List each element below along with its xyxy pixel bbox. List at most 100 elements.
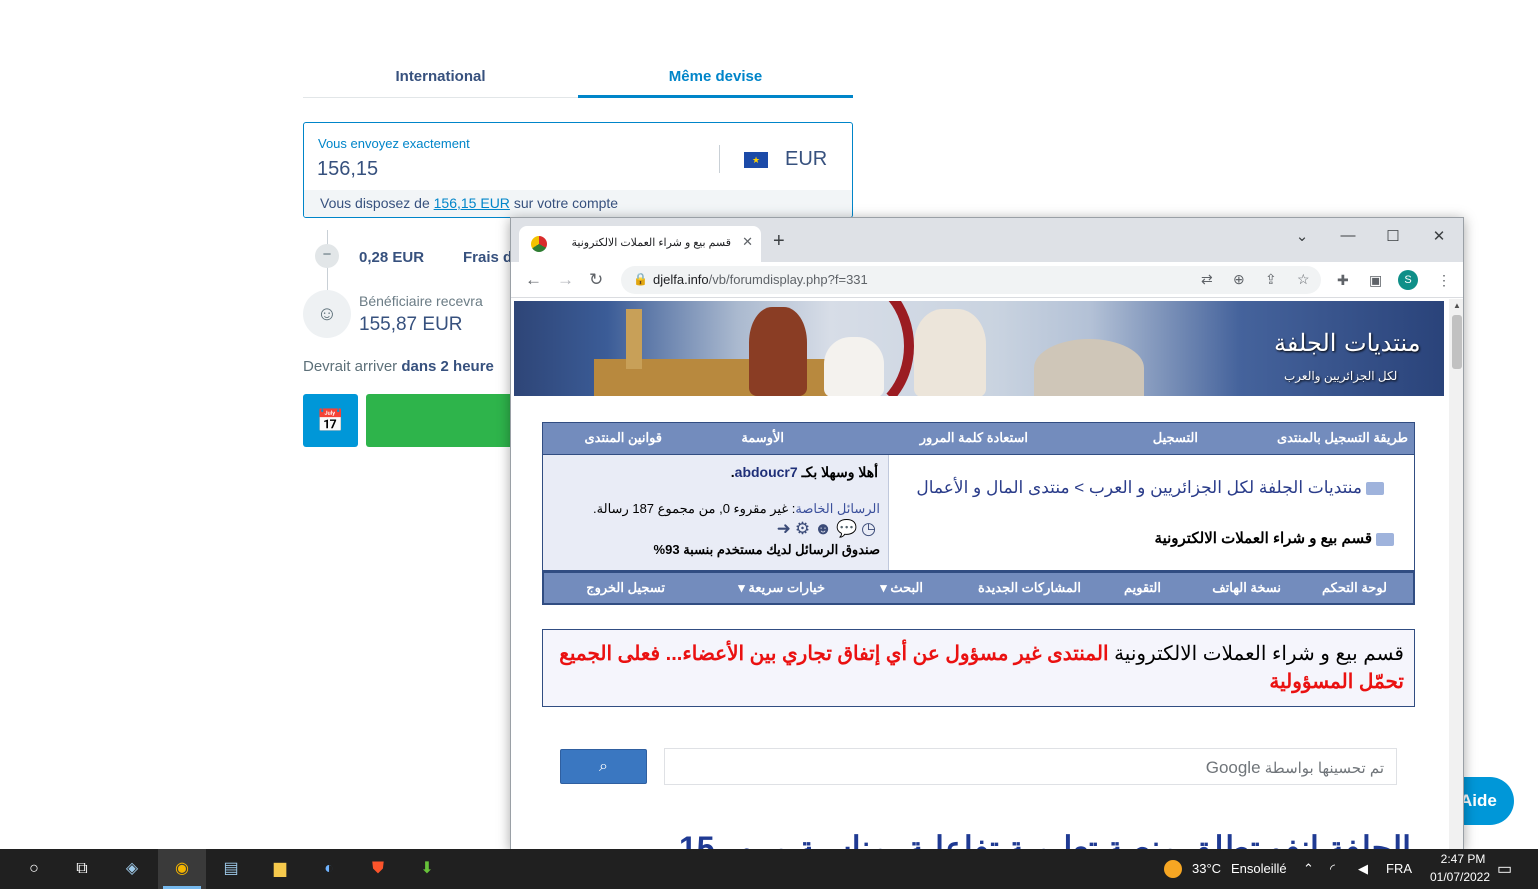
taskbar-date[interactable]: 01/07/2022 [1420,870,1500,884]
tab-international[interactable]: International [303,58,578,98]
eu-flag-icon: ★ [744,152,768,168]
send-amount-input[interactable]: 156,15 [317,158,378,181]
announcement-heading[interactable]: الجلفة إنفو تطلق منصة تعليمية تفاعلية بم… [531,829,1411,849]
browser-titlebar: قسم بيع و شراء العملات الالكترونية ✕ + ⌄… [511,218,1463,262]
nav-quick-options[interactable]: خيارات سريعة ▾ [738,580,825,596]
reload-icon[interactable]: ↻ [589,270,603,290]
private-messages-link[interactable]: الرسائل الخاصة [795,501,880,516]
send-amount-box[interactable]: Vous envoyez exactement 156,15 ★ EUR Vou… [303,122,853,218]
forum-banner: منتديات الجلفة لكل الجزائريين والعرب [514,301,1444,396]
language-indicator[interactable]: FRA [1386,861,1412,876]
nav-mobile-version[interactable]: نسخة الهاتف [1212,580,1281,596]
extensions-puzzle-icon[interactable]: ✚ [1337,272,1349,289]
back-arrow-icon[interactable]: ← [525,270,542,290]
current-forum-title: قسم بيع و شراء العملات الالكترونية [1155,529,1394,547]
currency-selector[interactable]: EUR [785,148,827,171]
url-host: djelfa.info [653,272,709,287]
wifi-icon[interactable]: ◜ [1330,861,1335,877]
tab-search-chevron-icon[interactable]: ⌄ [1292,227,1312,245]
forum-logo[interactable]: منتديات الجلفة [1274,329,1421,357]
browser-window: قسم بيع و شراء العملات الالكترونية ✕ + ⌄… [510,217,1464,850]
nav-new-posts[interactable]: المشاركات الجديدة [978,580,1081,596]
tray-chevron-icon[interactable]: ⌃ [1303,861,1314,877]
welcome-prefix: أهلا وسهلا بكـ [801,464,878,480]
notice-title: قسم بيع و شراء العملات الالكترونية [1114,643,1404,665]
banner-figure [824,337,884,396]
breadcrumb-links[interactable]: منتديات الجلفة لكل الجزائريين و العرب > … [916,478,1362,497]
nav-logout[interactable]: تسجيل الخروج [586,580,665,596]
close-tab-icon[interactable]: ✕ [742,234,753,250]
forward-arrow-icon[interactable]: → [557,270,574,290]
edge-icon[interactable]: ◐ [317,857,341,881]
address-bar[interactable]: 🔒 djelfa.info/vb/forumdisplay.php?f=331 … [621,266,1321,294]
profile-avatar[interactable]: S [1398,270,1418,290]
forum-top-nav: طريقة التسجيل بالمنتدى التسجيل استعادة ك… [542,422,1415,455]
arrival-estimate: Devrait arriver dans 2 heure [303,358,494,375]
beneficiary-amount: 155,87 EUR [359,314,463,335]
forum-info-panel: أهلا وسهلا بكـ abdoucr7. الرسائل الخاصة:… [542,455,1415,571]
weather-condition[interactable]: Ensoleillé [1231,861,1287,876]
available-amount-link[interactable]: 156,15 EUR [434,195,510,211]
forum-sub-nav: لوحة التحكم نسخة الهاتف التقويم المشاركا… [542,571,1415,605]
banner-minaret [626,309,642,369]
download-manager-icon[interactable]: ⬇ [415,857,439,881]
logout-icon[interactable]: ➜ [777,519,795,538]
schedule-button[interactable]: 📅 [303,394,358,447]
current-forum-name: قسم بيع و شراء العملات الالكترونية [1154,530,1372,547]
kebab-menu-icon[interactable]: ⋮ [1437,272,1451,289]
nav-search[interactable]: البحث ▾ [880,580,923,596]
browser-tab[interactable]: قسم بيع و شراء العملات الالكترونية ✕ [519,226,761,262]
nav-forum-rules[interactable]: قوانين المنتدى [584,430,662,446]
taskbar-time[interactable]: 2:47 PM [1430,852,1496,866]
person-icon: ☺ [303,290,351,338]
cortana-search-icon[interactable]: ○ [22,857,46,881]
page-scrollbar[interactable]: ▲ [1449,299,1463,849]
app-icon[interactable]: ◈ [120,857,144,881]
google-search-button[interactable]: ⌕ [560,749,647,784]
new-tab-icon[interactable]: + [773,230,785,253]
side-panel-icon[interactable]: ▣ [1369,272,1382,289]
tab-meme-devise[interactable]: Même devise [578,58,853,98]
nav-calendar[interactable]: التقويم [1124,580,1161,596]
volume-icon[interactable]: ◀ [1358,861,1368,877]
nav-registration-guide[interactable]: طريقة التسجيل بالمنتدى [1277,430,1408,446]
fee-label: Frais d [463,249,513,266]
banner-tent [1034,339,1144,396]
send-amount-label: Vous envoyez exactement [318,136,470,151]
calendar-icon: 📅 [316,408,345,433]
add-friend-icon[interactable]: ☻ [814,519,836,538]
forum-logo-subtitle: لكل الجزائريين والعرب [1284,369,1398,383]
breadcrumb: منتديات الجلفة لكل الجزائريين و العرب > … [914,475,1384,501]
google-search-hint: تم تحسينها بواسطة Google [1206,758,1384,778]
bookmark-star-icon[interactable]: ☆ [1297,271,1310,288]
settings-gear-icon[interactable]: ⚙ [795,519,814,538]
zoom-icon[interactable]: ⊕ [1233,271,1245,288]
maximize-icon[interactable]: ☐ [1383,227,1403,245]
scroll-up-icon[interactable]: ▲ [1453,301,1461,310]
chrome-icon[interactable]: ◉ [170,857,194,881]
remote-desktop-icon[interactable]: ▤ [219,857,243,881]
file-explorer-icon[interactable]: ▆ [268,857,292,881]
username-link[interactable]: abdoucr7 [735,464,798,480]
url-text[interactable]: djelfa.info/vb/forumdisplay.php?f=331 [653,272,868,287]
minimize-icon[interactable]: — [1338,227,1358,244]
scroll-thumb[interactable] [1452,315,1462,369]
share-icon[interactable]: ⇪ [1265,271,1277,288]
close-window-icon[interactable]: ✕ [1429,227,1449,245]
google-search-input[interactable]: تم تحسينها بواسطة Google [664,748,1397,785]
user-welcome-box: أهلا وسهلا بكـ abdoucr7. الرسائل الخاصة:… [543,455,889,570]
task-view-icon[interactable]: ⧉ [70,857,94,881]
lock-icon[interactable]: 🔒 [633,272,648,286]
nav-awards[interactable]: الأوسمة [741,430,784,446]
clock-icon[interactable]: ◷ [861,519,880,538]
translate-icon[interactable]: ⇄ [1201,271,1213,288]
nav-register[interactable]: التسجيل [1153,430,1198,446]
brave-icon[interactable]: ⛊ [366,857,390,881]
arrival-prefix: Devrait arriver [303,358,398,375]
nav-password-recovery[interactable]: استعادة كلمة المرور [920,430,1028,446]
welcome-text: أهلا وسهلا بكـ abdoucr7. [730,464,878,480]
messages-bubble-icon[interactable]: 💬 [836,519,861,538]
continue-button[interactable] [366,394,526,447]
weather-temperature[interactable]: 33°C [1192,861,1221,876]
nav-user-cp[interactable]: لوحة التحكم [1322,580,1387,596]
